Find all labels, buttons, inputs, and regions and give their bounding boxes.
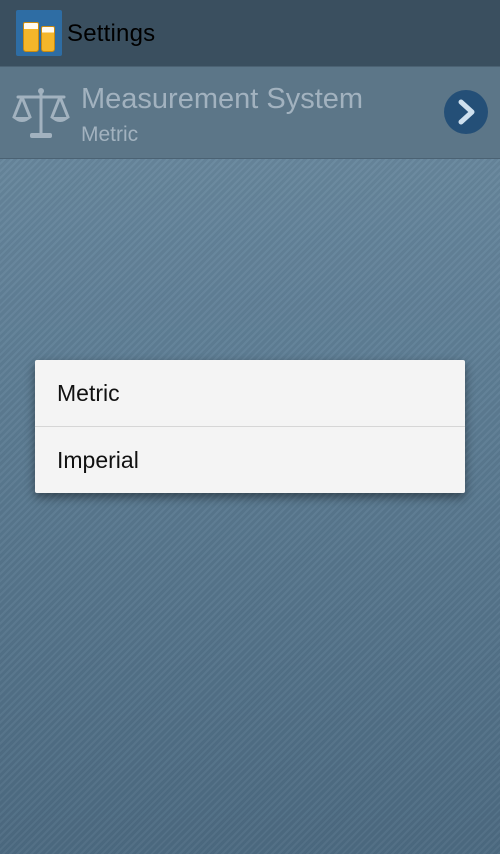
chevron-right-icon[interactable] [444, 90, 488, 134]
preference-title: Measurement System [81, 83, 364, 115]
option-metric[interactable]: Metric [35, 360, 465, 426]
action-bar: Settings [0, 0, 500, 66]
preference-summary: Metric [81, 123, 139, 146]
settings-screen: Settings Measurement System Metric Metri… [0, 0, 500, 854]
chevron-glyph [458, 99, 475, 125]
option-imperial[interactable]: Imperial [35, 427, 465, 493]
scale-icon [12, 88, 70, 138]
page-title: Settings [67, 20, 156, 47]
measurement-system-preference[interactable]: Measurement System Metric [0, 66, 500, 159]
beer-mug-shape [23, 22, 39, 52]
beer-mug-shape [41, 26, 55, 52]
measurement-options-dialog: Metric Imperial [35, 360, 465, 493]
beer-mugs-icon[interactable] [16, 10, 62, 56]
